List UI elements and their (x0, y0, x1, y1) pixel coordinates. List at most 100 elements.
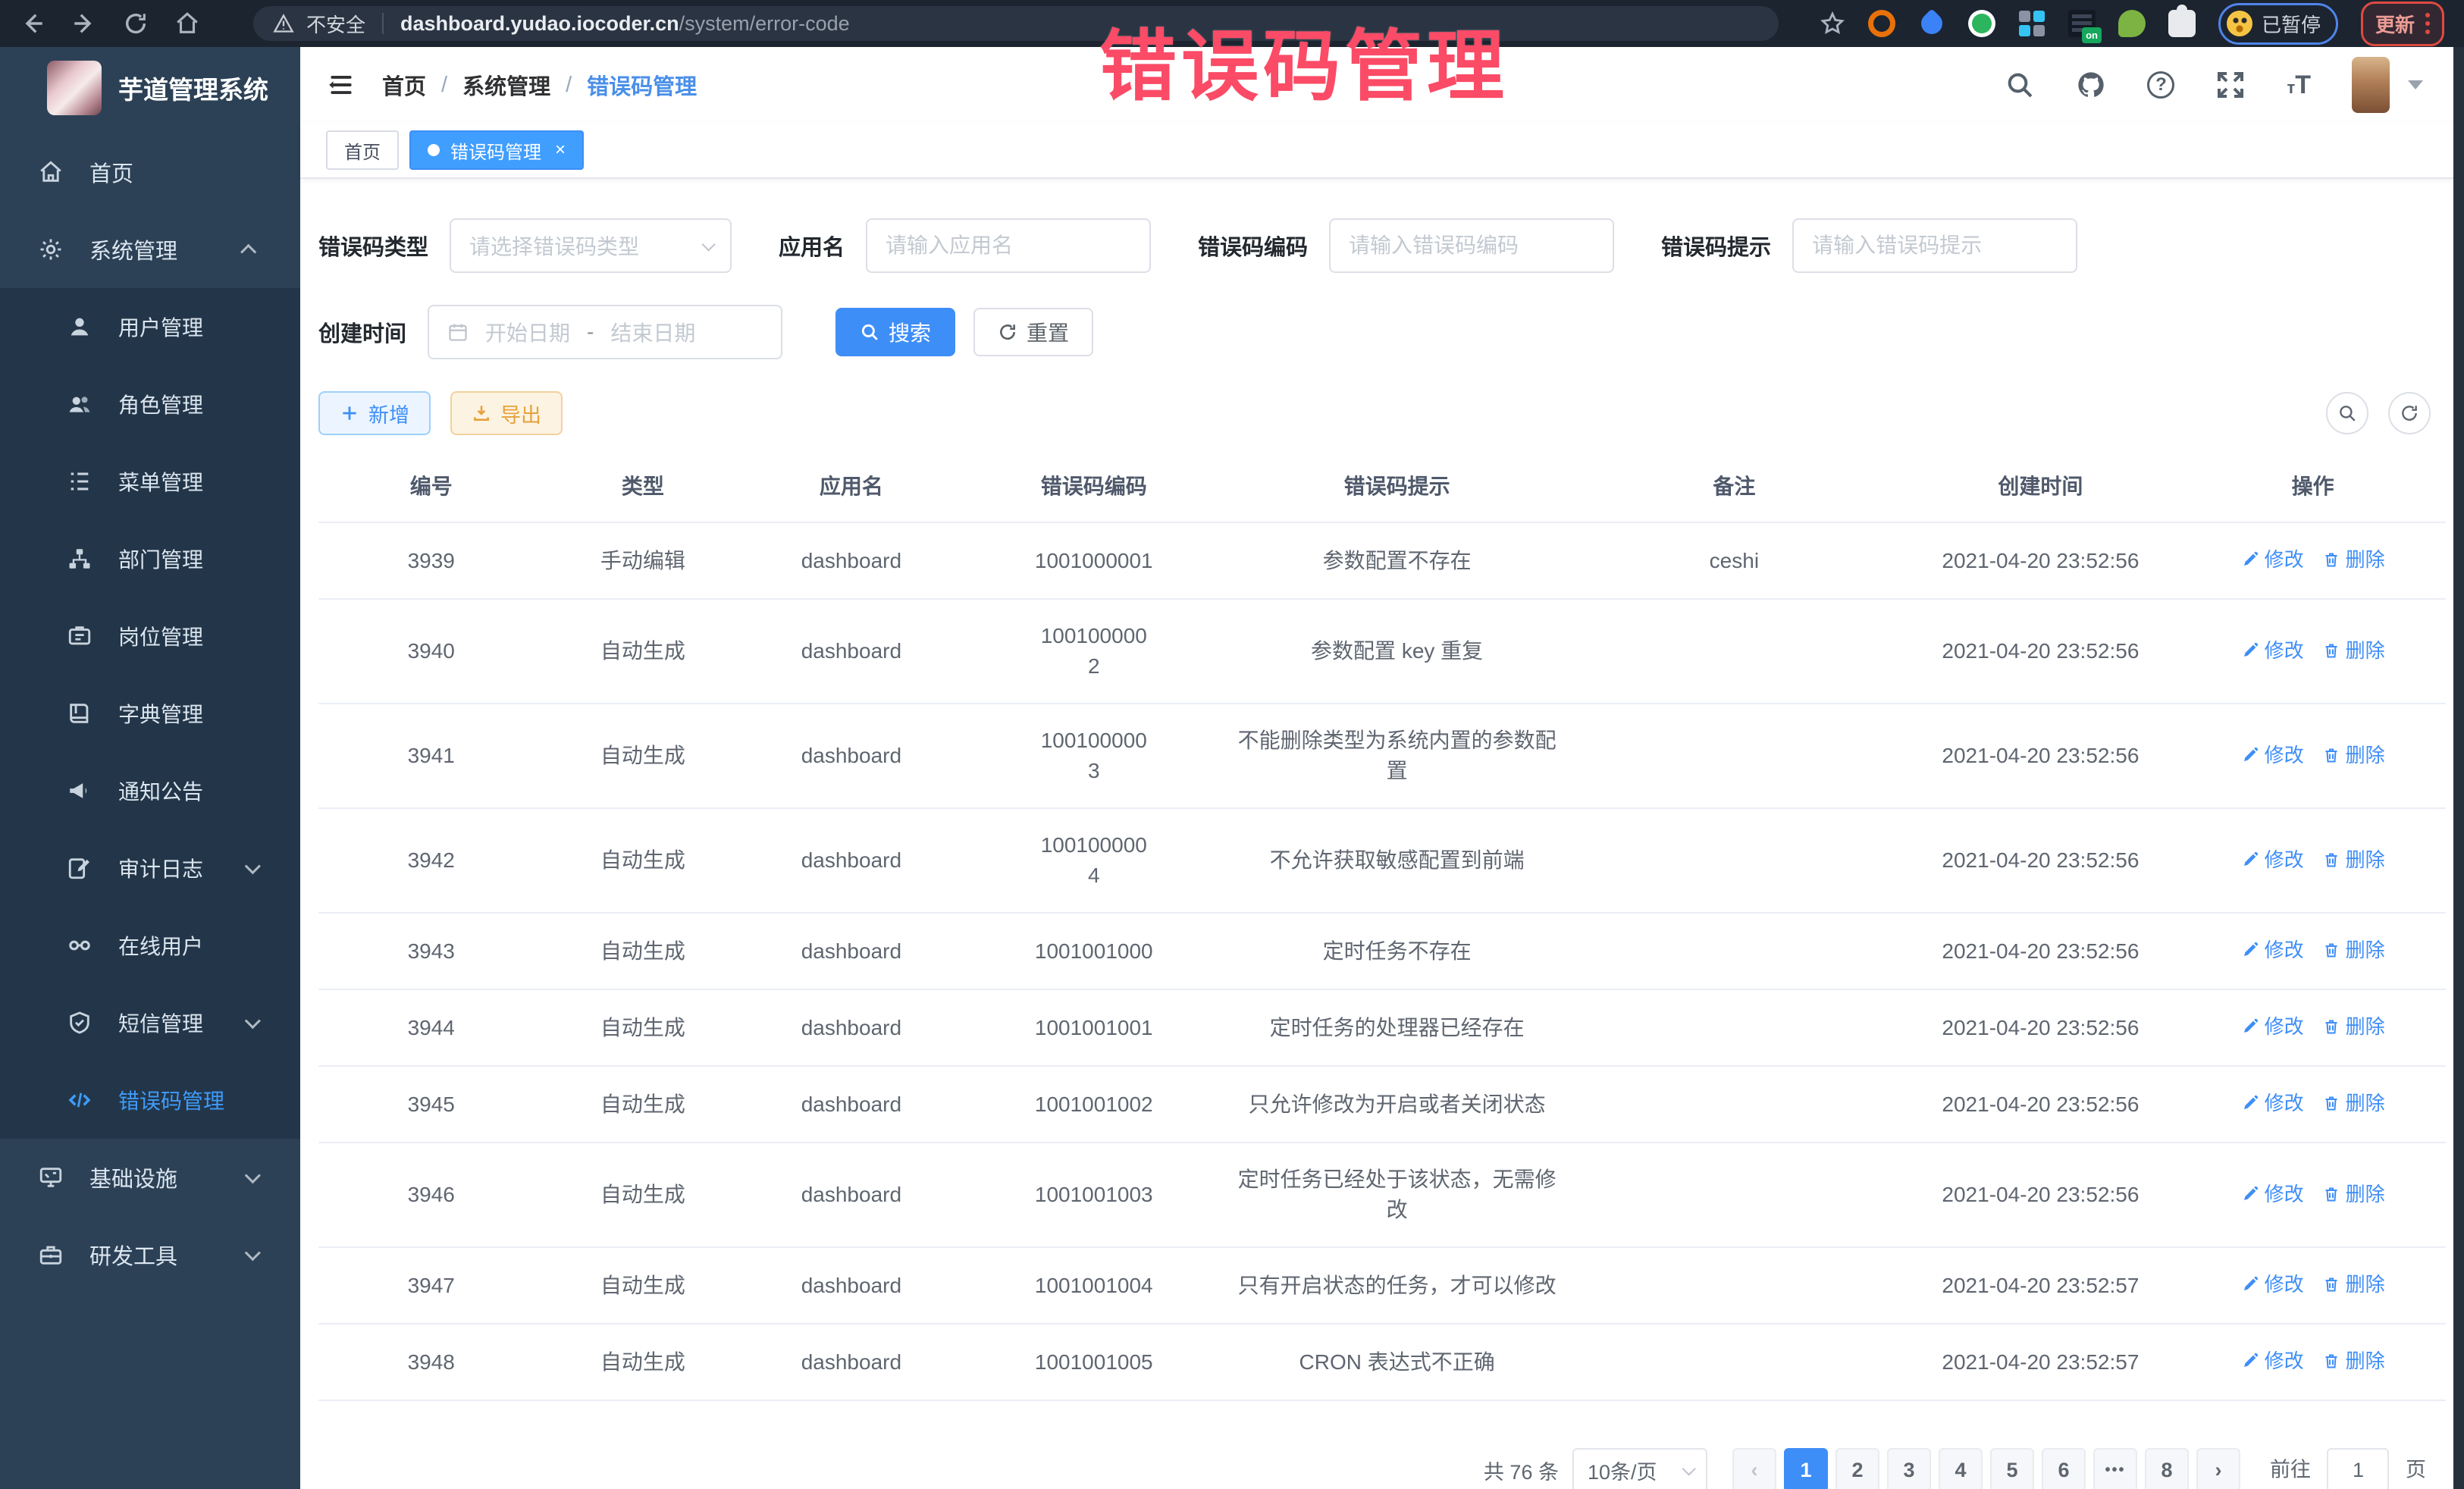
font-size-icon[interactable]: тT (2287, 72, 2311, 98)
gear-extension-icon[interactable] (1868, 10, 1895, 37)
delete-link[interactable]: 删除 (2322, 1011, 2385, 1042)
breadcrumb-system[interactable]: 系统管理 (462, 69, 550, 101)
delete-link[interactable]: 删除 (2322, 740, 2385, 770)
app-name-input[interactable] (866, 218, 1151, 273)
update-button[interactable]: 更新 (2361, 2, 2444, 46)
drop-extension-icon[interactable] (1918, 10, 1945, 37)
cell-app: dashboard (741, 599, 961, 704)
reload-icon[interactable] (123, 11, 149, 36)
table-row: 3940自动生成dashboard1001000002参数配置 key 重复20… (318, 599, 2446, 704)
add-button[interactable]: 新增 (318, 391, 431, 435)
puzzle-extensions-icon[interactable] (2168, 10, 2196, 37)
delete-link[interactable]: 删除 (2322, 1179, 2385, 1209)
sidebar-item-label: 字典管理 (118, 698, 203, 729)
sidebar-item-online[interactable]: 在线用户 (0, 907, 300, 984)
pager-page-1[interactable]: 1 (1784, 1448, 1828, 1489)
edit-link[interactable]: 修改 (2241, 635, 2304, 666)
home-browser-icon[interactable] (174, 11, 200, 36)
edit-link[interactable]: 修改 (2241, 1011, 2304, 1042)
sidebar-item-home[interactable]: 首页 (0, 133, 300, 211)
avatar[interactable] (2352, 57, 2390, 113)
pager-prev-icon[interactable]: ‹ (1732, 1448, 1776, 1489)
sidebar-item-gear[interactable]: 系统管理 (0, 211, 300, 288)
back-icon[interactable] (20, 11, 45, 36)
error-code-input[interactable] (1329, 218, 1614, 273)
delete-link[interactable]: 删除 (2322, 635, 2385, 666)
delete-link[interactable]: 删除 (2322, 845, 2385, 875)
forward-icon[interactable] (71, 11, 97, 36)
sidebar-item-sms-shield[interactable]: 短信管理 (0, 984, 300, 1061)
pager-page-6[interactable]: 6 (2042, 1448, 2086, 1489)
sidebar-item-user[interactable]: 用户管理 (0, 288, 300, 365)
sidebar-item-infra[interactable]: 基础设施 (0, 1139, 300, 1216)
avatar-caret-icon[interactable] (2408, 80, 2423, 89)
leaf-extension-icon[interactable] (2118, 10, 2146, 37)
green-circle-extension-icon[interactable] (1968, 10, 1995, 37)
error-type-select[interactable]: 请选择错误码类型 (450, 218, 732, 273)
delete-link[interactable]: 删除 (2322, 1269, 2385, 1299)
cell-app: dashboard (741, 704, 961, 808)
error-code-table: 编号 类型 应用名 错误码编码 错误码提示 备注 创建时间 操作 3939手动编… (318, 456, 2446, 1401)
pager-page-5[interactable]: 5 (1990, 1448, 2034, 1489)
delete-link[interactable]: 删除 (2322, 1346, 2385, 1376)
tag-close-icon[interactable]: × (555, 141, 566, 159)
breadcrumb-home[interactable]: 首页 (382, 69, 426, 101)
col-ops: 操作 (2180, 456, 2446, 522)
delete-link[interactable]: 删除 (2322, 1088, 2385, 1118)
scrollbar[interactable] (2453, 47, 2464, 1489)
edit-link[interactable]: 修改 (2241, 1088, 2304, 1118)
edit-link[interactable]: 修改 (2241, 544, 2304, 575)
delete-link[interactable]: 删除 (2322, 935, 2385, 965)
error-hint-input[interactable] (1792, 218, 2077, 273)
edit-link[interactable]: 修改 (2241, 1179, 2304, 1209)
tampermonkey-extension-icon[interactable]: on (2068, 10, 2096, 37)
pager-page-4[interactable]: 4 (1939, 1448, 1983, 1489)
reset-button[interactable]: 重置 (973, 308, 1093, 356)
edit-link[interactable]: 修改 (2241, 845, 2304, 875)
sidebar-item-tools[interactable]: 研发工具 (0, 1216, 300, 1293)
goto-label: 前往 (2270, 1459, 2311, 1481)
export-button[interactable]: 导出 (450, 391, 563, 435)
sidebar-item-megaphone[interactable]: 通知公告 (0, 752, 300, 829)
sidebar-item-code[interactable]: 错误码管理 (0, 1061, 300, 1139)
goto-page-input[interactable] (2327, 1448, 2389, 1489)
grid-extension-icon[interactable] (2018, 10, 2045, 37)
date-range-picker[interactable]: 开始日期 - 结束日期 (428, 305, 782, 359)
sidebar-item-badge[interactable]: 岗位管理 (0, 597, 300, 675)
pager-next-icon[interactable]: › (2196, 1448, 2240, 1489)
pager-page-2[interactable]: 2 (1835, 1448, 1879, 1489)
sidebar-item-users[interactable]: 角色管理 (0, 365, 300, 443)
edit-link[interactable]: 修改 (2241, 935, 2304, 965)
sidebar-item-book[interactable]: 字典管理 (0, 675, 300, 752)
fullscreen-icon[interactable] (2215, 70, 2246, 100)
edit-link[interactable]: 修改 (2241, 1346, 2304, 1376)
sidebar-item-org-tree[interactable]: 部门管理 (0, 520, 300, 597)
search-button[interactable]: 搜索 (835, 308, 955, 356)
cell-code: 1001001004 (961, 1247, 1227, 1324)
pager-ellipsis[interactable]: ••• (2093, 1448, 2137, 1489)
delete-link[interactable]: 删除 (2322, 544, 2385, 575)
security-label[interactable]: 不安全 (306, 10, 365, 38)
edit-link[interactable]: 修改 (2241, 740, 2304, 770)
address-bar[interactable]: 不安全 dashboard.yudao.iocoder.cn/system/er… (253, 6, 1779, 41)
search-icon[interactable] (2005, 70, 2035, 100)
github-icon[interactable] (2076, 70, 2106, 100)
breadcrumb-separator: / (566, 73, 572, 98)
page-size-select[interactable]: 10条/页 (1572, 1448, 1707, 1489)
sidebar-item-menu-list[interactable]: 菜单管理 (0, 443, 300, 520)
edit-link[interactable]: 修改 (2241, 1269, 2304, 1299)
tag-error-code[interactable]: 错误码管理 × (409, 130, 584, 170)
bookmark-star-icon[interactable] (1820, 11, 1845, 36)
help-question-icon[interactable]: ? (2147, 71, 2174, 99)
browser-menu-kebab-icon[interactable] (2425, 13, 2430, 34)
sidebar-logo-row[interactable]: 芋道管理系统 (0, 47, 300, 126)
paused-extension-badge[interactable]: 已暂停 (2218, 3, 2338, 45)
tag-home[interactable]: 首页 (326, 130, 399, 170)
hamburger-icon[interactable] (326, 71, 356, 99)
sidebar-item-log-edit[interactable]: 审计日志 (0, 829, 300, 907)
table-refresh-icon[interactable] (2388, 392, 2431, 434)
pager-page-3[interactable]: 3 (1887, 1448, 1931, 1489)
filter-error-hint: 错误码提示 (1661, 218, 2077, 273)
pager-page-8[interactable]: 8 (2145, 1448, 2189, 1489)
table-search-toggle-icon[interactable] (2326, 392, 2368, 434)
